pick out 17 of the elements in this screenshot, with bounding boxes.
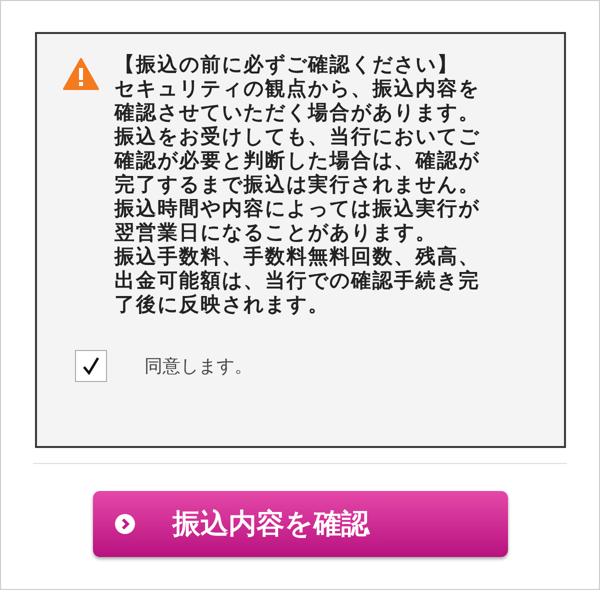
notice-line: 翌営業日になることがあります。 bbox=[114, 220, 438, 244]
notice-line: 確認させていただく場合があります。 bbox=[114, 100, 480, 124]
warning-icon bbox=[62, 58, 98, 90]
notice-line: セキュリティの観点から、振込内容を bbox=[114, 76, 480, 100]
check-icon bbox=[80, 356, 100, 376]
notice-line: 出金可能額は、当行での確認手続き完 bbox=[114, 268, 480, 292]
agree-checkbox[interactable] bbox=[74, 350, 106, 382]
notice-line: 確認が必要と判断した場合は、確認が bbox=[114, 148, 480, 172]
notice-line: 振込をお受けしても、当行においてご bbox=[114, 124, 480, 148]
notice-line: 了後に反映されます。 bbox=[114, 292, 330, 316]
notice-title: 【振込の前に必ずご確認ください】 bbox=[114, 52, 460, 76]
chevron-icon bbox=[114, 514, 134, 534]
notice-line: 振込手数料、手数料無料回数、残高、 bbox=[114, 244, 480, 268]
notice-line: 振込時間や内容によっては振込実行が bbox=[114, 196, 480, 220]
confirm-button[interactable]: 振込内容を確認 bbox=[92, 491, 508, 557]
notice-line: 完了するまで振込は実行されません。 bbox=[114, 172, 480, 196]
agree-label: 同意します。 bbox=[144, 355, 252, 378]
